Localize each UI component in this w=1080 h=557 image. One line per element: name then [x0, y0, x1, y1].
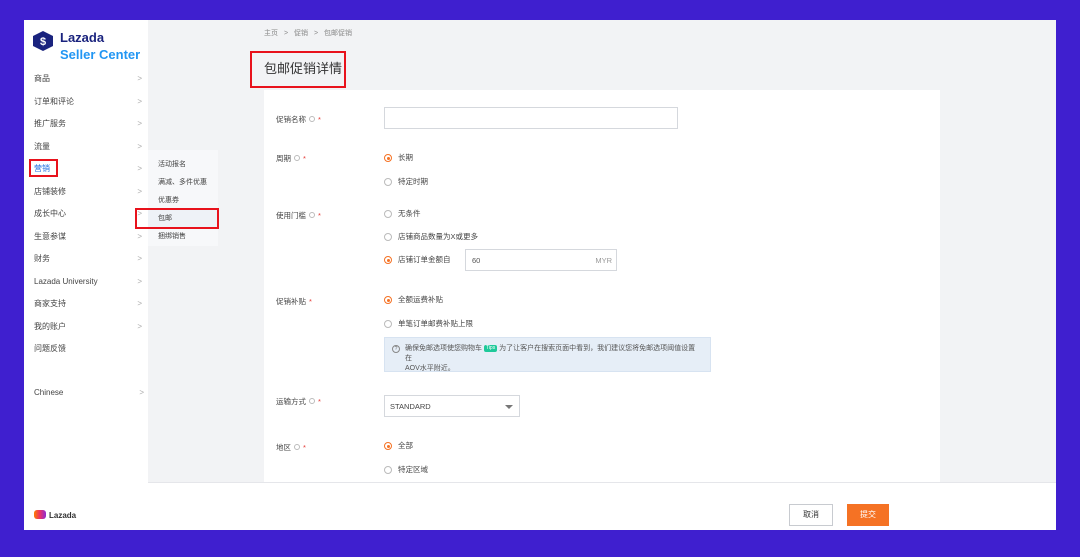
info-icon[interactable]	[309, 116, 315, 122]
sidebar-item-seller-support[interactable]: 商家支持 >	[24, 293, 148, 316]
subsidy-label: 促销补贴 *	[276, 297, 312, 306]
svg-text:$: $	[40, 36, 46, 48]
info-icon[interactable]	[294, 155, 300, 161]
sidebar-item-feedback[interactable]: 问题反馈	[24, 338, 148, 361]
region-option-all[interactable]: 全部	[384, 440, 413, 452]
sidebar-item-lazada-university[interactable]: Lazada University >	[24, 271, 148, 294]
radio-icon	[384, 320, 392, 328]
sidebar-item-orders[interactable]: 订单和评论 >	[24, 91, 148, 114]
subsidy-option-full[interactable]: 全额运费补贴	[384, 294, 443, 306]
radio-selected-icon	[384, 154, 392, 162]
page-title: 包邮促销详情	[264, 61, 343, 76]
lazada-seller-center-logo[interactable]: $ Lazada Seller Center	[32, 28, 144, 64]
threshold-label: 使用门槛 *	[276, 211, 321, 220]
radio-selected-icon	[384, 442, 392, 450]
threshold-amount-input[interactable]: 60 MYR	[465, 249, 617, 271]
shipping-method-select[interactable]: STANDARD	[384, 395, 520, 417]
radio-icon	[384, 210, 392, 218]
sidebar-item-traffic[interactable]: 流量 >	[24, 136, 148, 159]
app-window: 主页 > 促销 > 包邮促销 包邮促销详情 促销名称 * 周期 * 长期 特定时期	[24, 20, 1056, 530]
submenu-item-free-shipping[interactable]: 包邮	[148, 210, 218, 228]
sidebar-item-store-decoration[interactable]: 店铺装修 >	[24, 181, 148, 204]
chevron-right-icon: >	[139, 388, 144, 397]
radio-icon	[384, 233, 392, 241]
lazada-bag-icon: $	[33, 31, 53, 51]
tips-badge: Tips	[483, 345, 498, 352]
chevron-right-icon: >	[137, 209, 142, 218]
question-icon: ?	[392, 345, 400, 353]
breadcrumb-promo[interactable]: 促销	[294, 30, 308, 37]
info-icon[interactable]	[309, 398, 315, 404]
lazada-heart-icon	[34, 510, 46, 519]
promo-name-label: 促销名称 *	[276, 115, 321, 124]
form-footer: 取消 提交	[148, 482, 1056, 530]
submenu-item-campaign-signup[interactable]: 活动报名	[148, 156, 218, 174]
sidebar: $ Lazada Seller Center 商品 > 订单和评论 > 推广服务 > …	[24, 20, 148, 530]
threshold-option-none[interactable]: 无条件	[384, 208, 421, 220]
breadcrumb-sep: >	[313, 30, 319, 37]
currency-label: MYR	[595, 256, 612, 265]
period-option-specific[interactable]: 特定时期	[384, 176, 428, 188]
chevron-right-icon: >	[137, 96, 142, 106]
sidebar-nav: 商品 > 订单和评论 > 推广服务 > 流量 > 营销 > 店铺装修 > 成长中心 > 生意参…	[24, 68, 148, 361]
sidebar-item-finance[interactable]: 财务 >	[24, 248, 148, 271]
chevron-right-icon: >	[137, 254, 142, 263]
chevron-right-icon: >	[137, 186, 142, 196]
radio-selected-icon	[384, 296, 392, 304]
language-selector[interactable]: Chinese >	[34, 388, 144, 397]
radio-selected-icon	[384, 256, 392, 264]
chevron-right-icon: >	[137, 164, 142, 173]
breadcrumb: 主页 > 促销 > 包邮促销	[264, 28, 356, 38]
lazada-footer-logo: Lazada	[34, 510, 76, 520]
breadcrumb-home[interactable]: 主页	[264, 30, 278, 37]
subsidy-tip: ? 确保免邮选项使您购物车 Tips 为了让客户在搜索页面中看到，我们建议您将免…	[384, 337, 711, 372]
required-mark: *	[318, 211, 321, 220]
chevron-right-icon: >	[137, 321, 142, 331]
info-icon[interactable]	[294, 444, 300, 450]
sidebar-item-products[interactable]: 商品 >	[24, 68, 148, 91]
submit-button[interactable]: 提交	[847, 504, 889, 526]
main-content: 主页 > 促销 > 包邮促销 包邮促销详情 促销名称 * 周期 * 长期 特定时期	[148, 20, 1056, 530]
period-option-long-term[interactable]: 长期	[384, 152, 413, 164]
info-icon[interactable]	[309, 212, 315, 218]
period-label: 周期 *	[276, 154, 306, 163]
chevron-right-icon: >	[137, 276, 142, 286]
subsidy-option-cap[interactable]: 单笔订单邮费补贴上限	[384, 318, 473, 330]
submenu-item-bundles[interactable]: 捆绑销售	[148, 228, 218, 246]
radio-icon	[384, 178, 392, 186]
sidebar-item-business-advisor[interactable]: 生意参谋 >	[24, 226, 148, 249]
promo-form-card: 促销名称 * 周期 * 长期 特定时期 使用门槛 * 无条件 店铺商品数量为X或更多	[264, 90, 940, 490]
cancel-button[interactable]: 取消	[789, 504, 833, 526]
threshold-option-amount[interactable]: 店铺订单金额自	[384, 254, 451, 266]
chevron-right-icon: >	[137, 141, 142, 151]
sidebar-item-my-account[interactable]: 我的账户 >	[24, 316, 148, 339]
promo-name-input[interactable]	[384, 107, 678, 129]
sidebar-item-ads[interactable]: 推广服务 >	[24, 113, 148, 136]
required-mark: *	[303, 443, 306, 452]
breadcrumb-current: 包邮促销	[324, 30, 352, 37]
breadcrumb-sep: >	[283, 30, 289, 37]
submenu-item-discounts[interactable]: 满减、多件优惠	[148, 174, 218, 192]
region-option-specific[interactable]: 特定区域	[384, 464, 428, 476]
required-mark: *	[303, 154, 306, 163]
radio-icon	[384, 466, 392, 474]
submenu-item-vouchers[interactable]: 优惠券	[148, 192, 218, 210]
shipping-label: 运输方式 *	[276, 397, 321, 406]
marketing-submenu: 活动报名 满减、多件优惠 优惠券 包邮 捆绑销售	[148, 150, 218, 246]
required-mark: *	[318, 397, 321, 406]
region-label: 地区 *	[276, 443, 306, 452]
sidebar-item-marketing[interactable]: 营销 >	[24, 158, 148, 181]
chevron-right-icon: >	[137, 74, 142, 83]
caret-down-icon	[505, 405, 513, 409]
chevron-right-icon: >	[137, 299, 142, 308]
chevron-right-icon: >	[137, 119, 142, 128]
chevron-right-icon: >	[137, 231, 142, 241]
required-mark: *	[318, 115, 321, 124]
threshold-option-quantity[interactable]: 店铺商品数量为X或更多	[384, 231, 478, 243]
sidebar-item-growth-center[interactable]: 成长中心 >	[24, 203, 148, 226]
required-mark: *	[309, 297, 312, 306]
